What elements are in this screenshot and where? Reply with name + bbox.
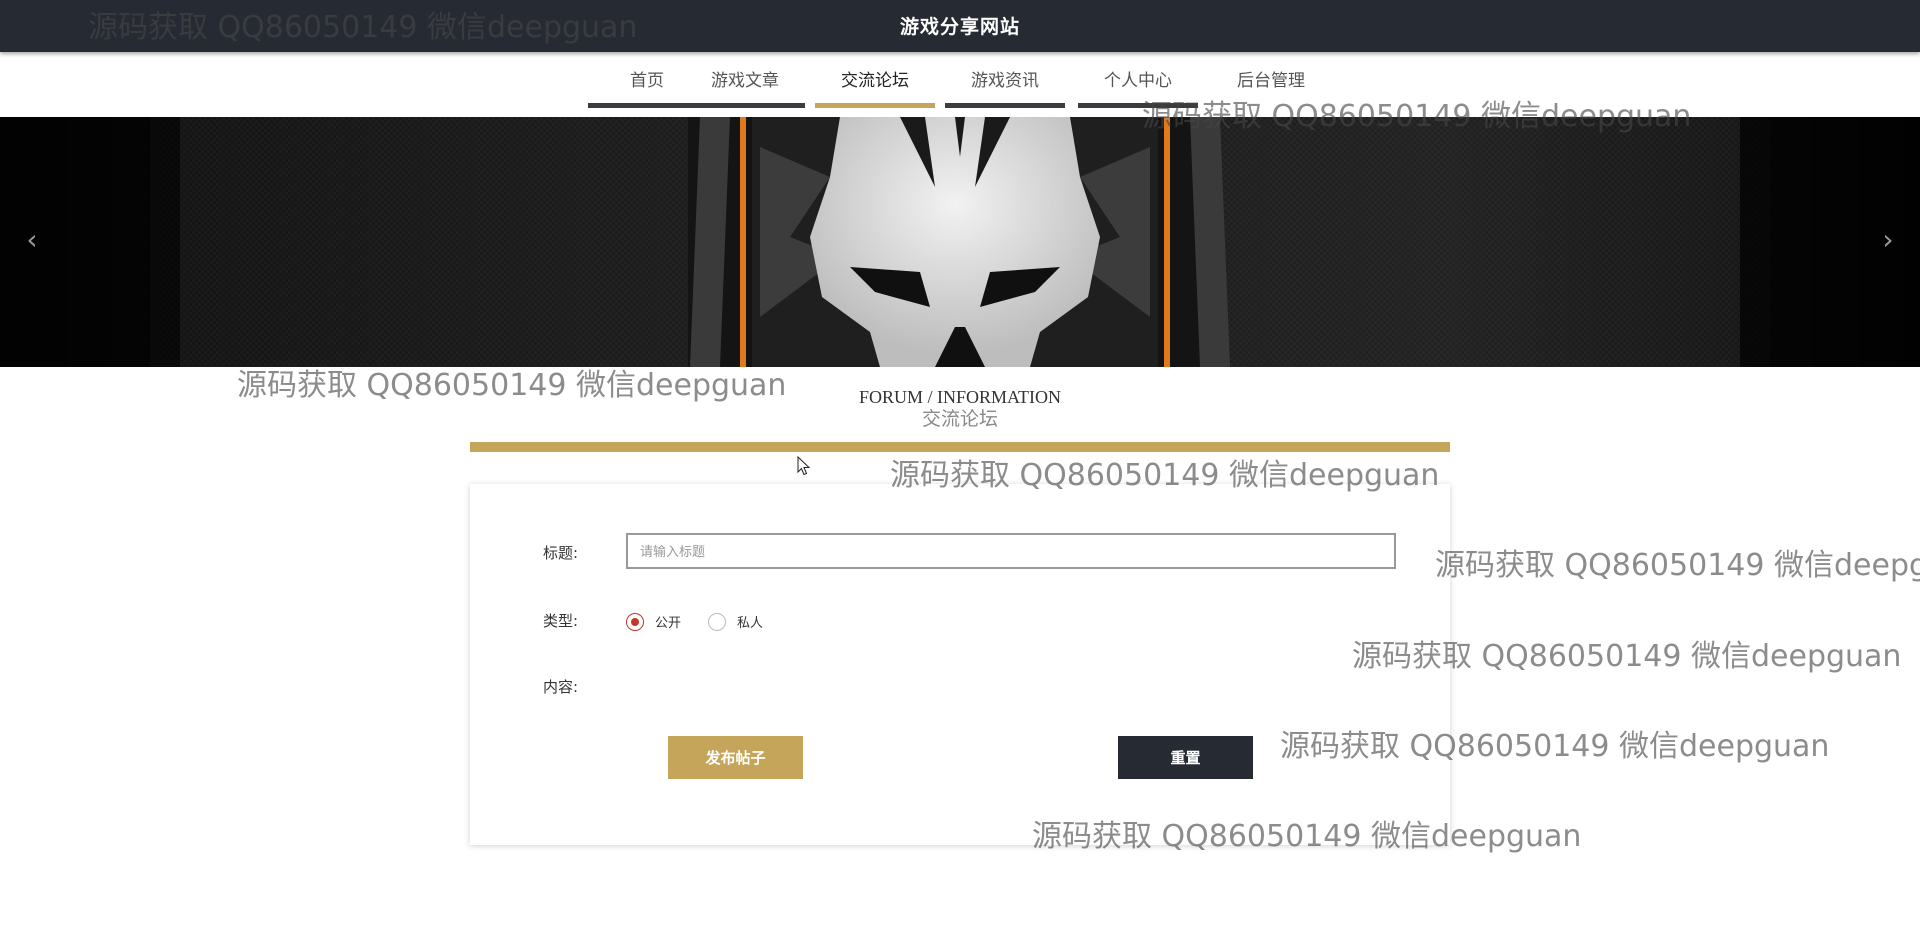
radio-checked-icon: [626, 612, 644, 631]
watermark-text: 源码获取 QQ86050149 微信deepguan: [1435, 548, 1920, 583]
publish-post-button[interactable]: 发布帖子: [668, 736, 803, 779]
nav-item-game-news[interactable]: 游戏资讯: [945, 64, 1065, 108]
carousel-next-icon[interactable]: ›: [1873, 225, 1903, 255]
nav-item-underline: [1078, 103, 1198, 108]
top-header: 游戏分享网站: [0, 0, 1920, 52]
radio-private[interactable]: 私人: [708, 612, 763, 631]
main-nav: 首页 游戏文章 交流论坛 游戏资讯 个人中心 后台管理: [0, 64, 1920, 108]
radio-public[interactable]: 公开: [626, 612, 681, 631]
nav-item-label: 游戏文章: [711, 71, 779, 91]
carousel-prev-icon[interactable]: ‹: [17, 225, 47, 255]
reset-button[interactable]: 重置: [1118, 736, 1253, 779]
nav-item-label: 交流论坛: [841, 71, 909, 91]
section-title-cn: 交流论坛: [921, 409, 998, 430]
title-label: 标题:: [543, 544, 579, 562]
title-input[interactable]: [626, 533, 1396, 569]
radio-unchecked-icon: [708, 612, 726, 631]
nav-item-personal-center[interactable]: 个人中心: [1078, 64, 1198, 108]
section-heading: FORUM / INFORMATION 交流论坛: [0, 386, 1920, 432]
banner-image: [0, 117, 1920, 367]
mouse-cursor-icon: [797, 456, 811, 476]
section-divider: [470, 442, 1450, 452]
nav-item-underline: [945, 103, 1065, 108]
nav-item-admin[interactable]: 后台管理: [1211, 64, 1331, 108]
post-form-card: 标题: 类型: 公开 私人 内容: 发布帖子 重置: [470, 484, 1450, 845]
nav-item-underline: [815, 103, 935, 108]
radio-public-label: 公开: [655, 616, 682, 631]
banner-carousel[interactable]: ‹ ›: [0, 117, 1920, 367]
nav-item-label: 游戏资讯: [971, 71, 1039, 91]
radio-private-label: 私人: [737, 616, 764, 631]
content-label: 内容:: [543, 678, 579, 696]
type-label: 类型:: [543, 612, 579, 630]
nav-item-forum[interactable]: 交流论坛: [815, 64, 935, 108]
nav-item-label: 个人中心: [1104, 71, 1172, 91]
nav-item-underline: [685, 103, 805, 108]
site-title: 游戏分享网站: [899, 15, 1020, 38]
section-title-en: FORUM / INFORMATION: [858, 387, 1062, 407]
nav-item-game-articles[interactable]: 游戏文章: [685, 64, 805, 108]
nav-item-label: 后台管理: [1237, 71, 1305, 91]
